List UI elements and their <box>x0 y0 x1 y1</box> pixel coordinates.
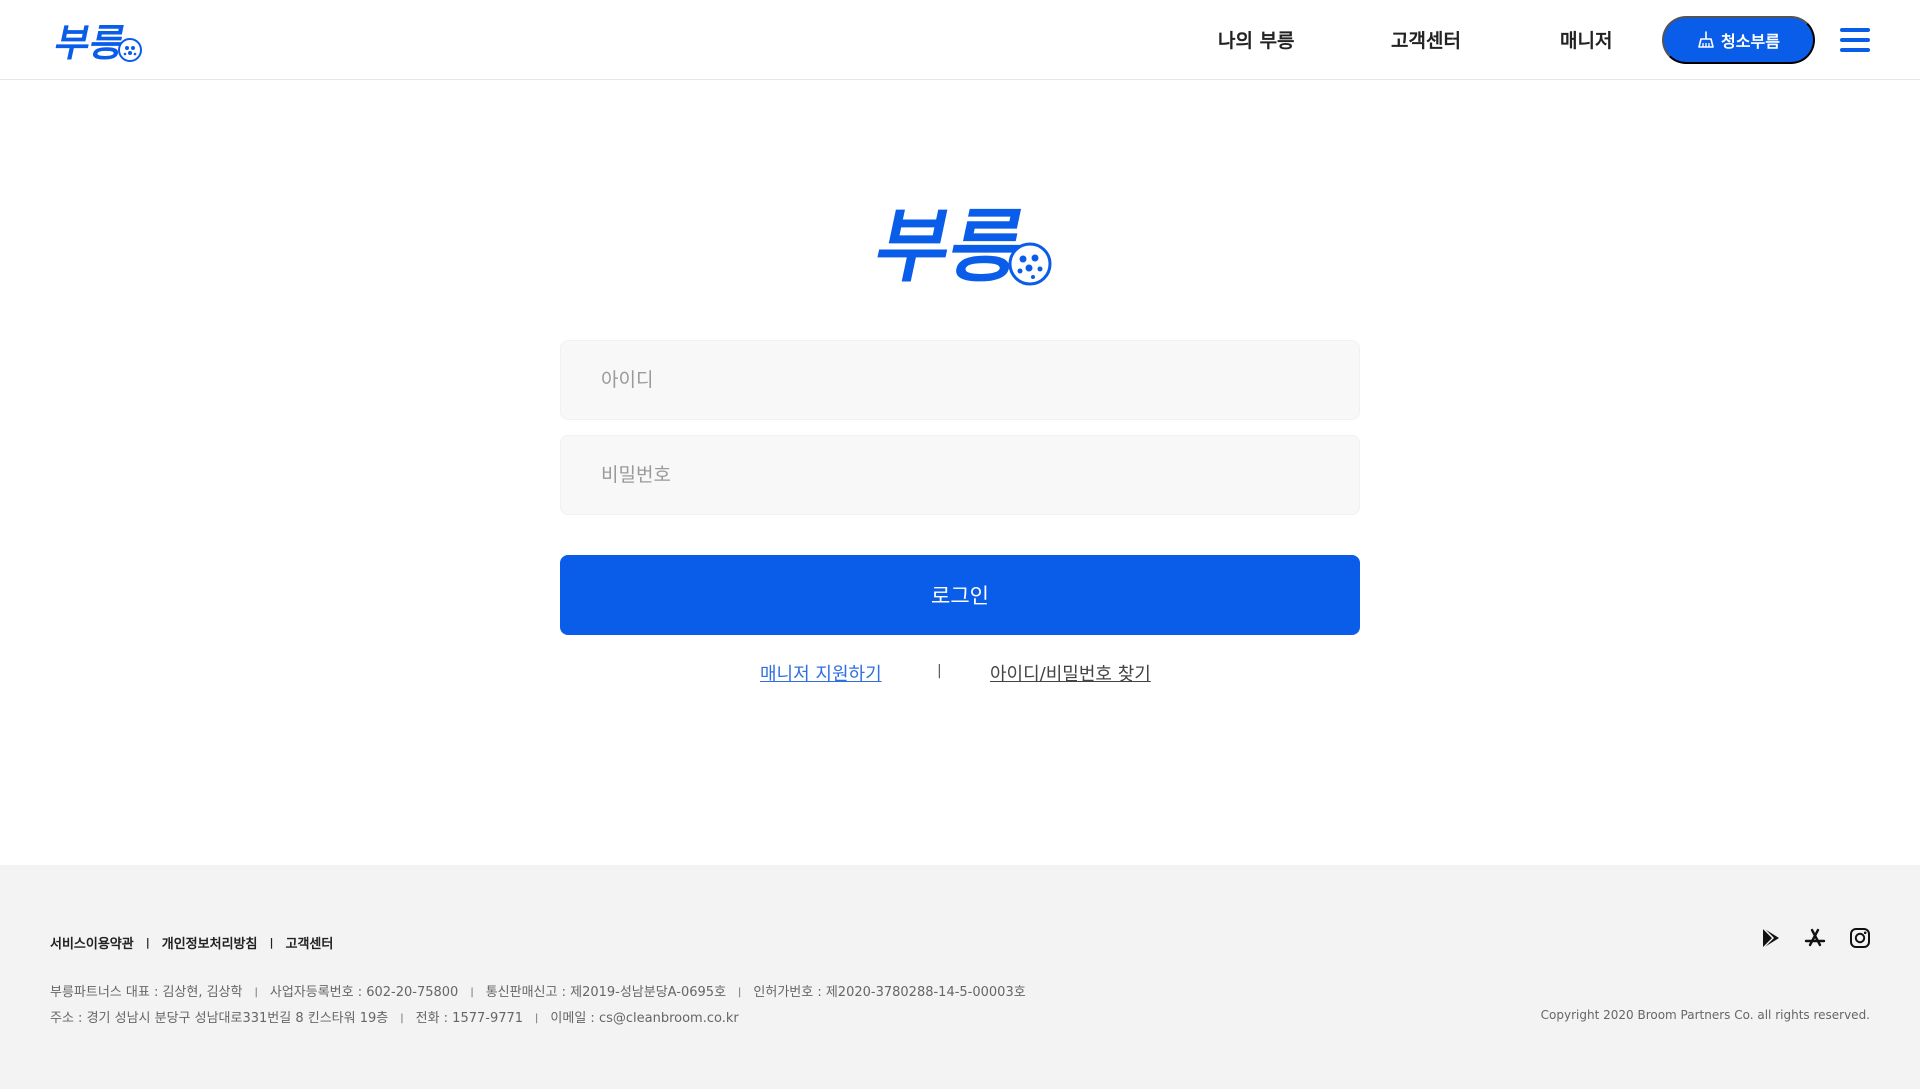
footer-links: 서비스이용약관 | 개인정보처리방침 | 고객센터 <box>50 933 333 952</box>
nav-customer-center[interactable]: 고객센터 <box>1391 26 1461 53</box>
company-info-line-2: 주소 : 경기 성남시 분당구 성남대로331번길 8 킨스타워 19층 | 전… <box>50 1007 739 1026</box>
password-field <box>560 435 1360 515</box>
nav-my-broom[interactable]: 나의 부릉 <box>1218 26 1295 53</box>
broom-icon <box>1698 31 1714 48</box>
footer-link-separator: | <box>145 936 150 949</box>
site-header: 부릉 나의 부릉 고객센터 매니저 청소부름 <box>0 0 1920 80</box>
mail-order-registration: 통신판매신고 : 제2019-성남분당A-0695호 <box>485 985 727 1000</box>
manager-apply-link[interactable]: 매니저 지원하기 <box>760 660 882 686</box>
company-phone: 전화 : 1577-9771 <box>415 1011 524 1026</box>
footer-link-separator: | <box>269 936 274 949</box>
google-play-icon[interactable] <box>1758 925 1784 951</box>
svg-text:부릉: 부릉 <box>867 201 1034 292</box>
license-number: 인허가번호 : 제2020-3780288-14-5-00003호 <box>753 985 1026 1000</box>
company-representative: 부릉파트너스 대표 : 김상현, 김상학 <box>50 985 243 1000</box>
brand-logo-icon: 부릉 <box>867 201 1052 294</box>
request-cleaning-button[interactable]: 청소부름 <box>1662 16 1815 64</box>
instagram-icon[interactable] <box>1847 925 1873 951</box>
id-field <box>560 340 1360 420</box>
nav-manager[interactable]: 매니저 <box>1560 26 1612 53</box>
site-footer: 서비스이용약관 | 개인정보처리방침 | 고객센터 부릉파트너스 대표 : 김상… <box>0 865 1920 1089</box>
copyright: Copyright 2020 Broom Partners Co. all ri… <box>1540 1008 1870 1022</box>
business-registration: 사업자등록번호 : 602-20-75800 <box>269 985 459 1000</box>
app-store-icon[interactable] <box>1802 925 1828 951</box>
brand-logo-icon: 부릉 <box>51 21 142 66</box>
company-address: 주소 : 경기 성남시 분당구 성남대로331번길 8 킨스타워 19층 <box>50 1011 389 1026</box>
info-separator: | <box>470 987 474 998</box>
terms-link[interactable]: 서비스이용약관 <box>50 933 134 952</box>
privacy-link[interactable]: 개인정보처리방침 <box>162 933 258 952</box>
request-cleaning-label: 청소부름 <box>1721 34 1780 51</box>
footer-customer-center-link[interactable]: 고객센터 <box>285 933 333 952</box>
info-separator: | <box>254 987 258 998</box>
info-separator: | <box>535 1013 539 1024</box>
info-separator: | <box>400 1013 404 1024</box>
header-logo[interactable]: 부릉 <box>48 12 152 68</box>
password-input[interactable] <box>561 436 1359 514</box>
link-separator: | <box>937 663 942 679</box>
info-separator: | <box>738 987 742 998</box>
login-logo: 부릉 <box>862 186 1058 294</box>
login-button[interactable]: 로그인 <box>560 555 1360 635</box>
id-input[interactable] <box>561 341 1359 419</box>
company-info-line-1: 부릉파트너스 대표 : 김상현, 김상학 | 사업자등록번호 : 602-20-… <box>50 981 1026 1000</box>
hamburger-icon[interactable] <box>1840 28 1870 53</box>
company-email: 이메일 : cs@cleanbroom.co.kr <box>550 1011 739 1026</box>
svg-text:부릉: 부릉 <box>51 21 130 66</box>
find-id-password-link[interactable]: 아이디/비밀번호 찾기 <box>990 660 1151 686</box>
